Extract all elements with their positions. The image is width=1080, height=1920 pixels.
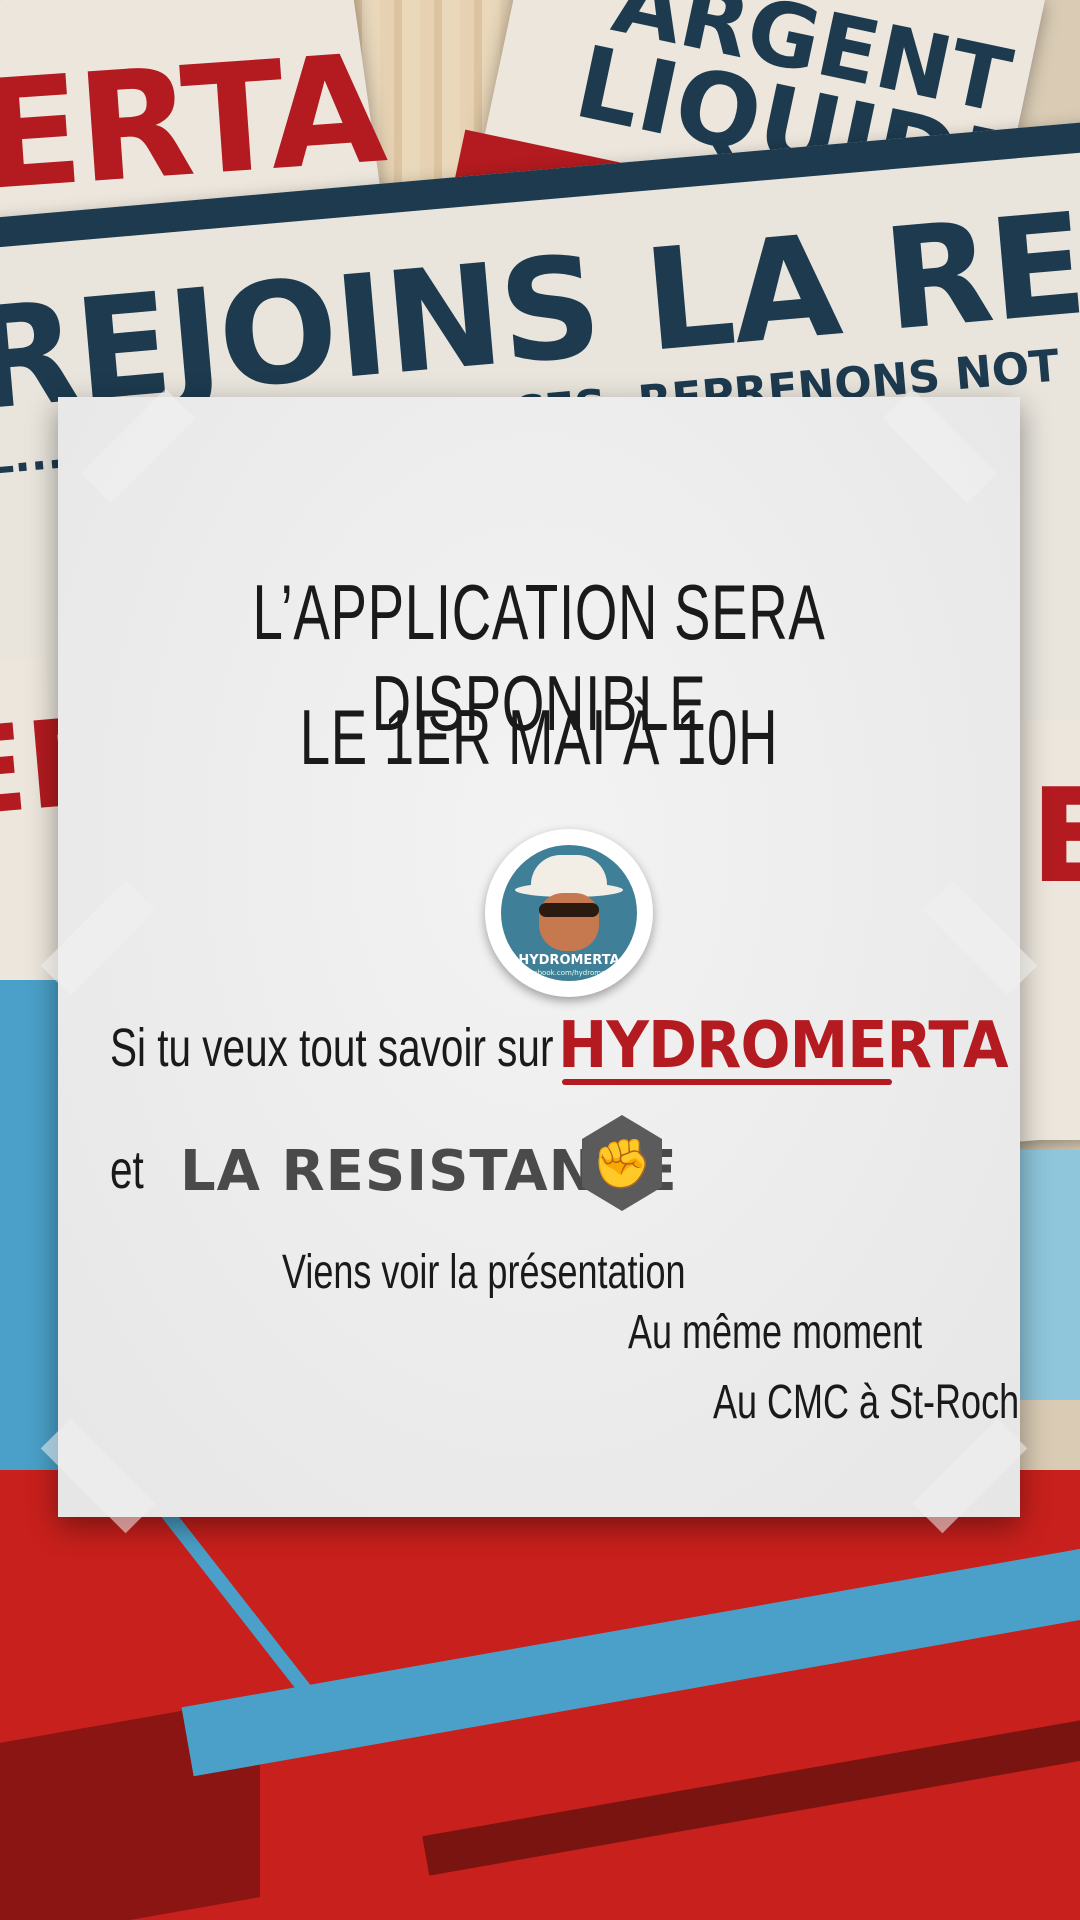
poster-side-right-text: E bbox=[1030, 760, 1080, 912]
hydromerta-brand: HYDROMERTA bbox=[558, 1009, 1009, 1089]
bottom-red-poster bbox=[0, 1470, 1080, 1920]
logo-name: HYDROMERTA bbox=[518, 953, 620, 968]
tape-mid-left bbox=[40, 880, 156, 996]
hydromerta-wordmark: HYDROMERTA bbox=[558, 1009, 1009, 1083]
sunglasses-icon bbox=[539, 903, 599, 917]
text-au-meme-moment: Au même moment bbox=[628, 1306, 923, 1359]
la-resistance-brand: LA RESISTANCE bbox=[180, 1133, 677, 1213]
headline-line-2: LE 1ER MAI À 10H bbox=[299, 693, 779, 781]
tape-top-right bbox=[882, 388, 998, 504]
face-icon bbox=[539, 893, 599, 951]
tape-bottom-left bbox=[40, 1418, 156, 1534]
text-au-cmc: Au CMC à St-Roch bbox=[713, 1376, 1020, 1429]
logo-avatar: HYDROMERTA facebook.com/hydromerta bbox=[501, 845, 637, 981]
bottom-dark-stripe bbox=[422, 1704, 1080, 1876]
bottom-blue-stripe bbox=[181, 1533, 1080, 1777]
text-viens-voir: Viens voir la présentation bbox=[282, 1246, 686, 1299]
hydromerta-underline bbox=[562, 1079, 892, 1085]
hydromerta-logo-sticker: HYDROMERTA facebook.com/hydromerta bbox=[485, 829, 653, 997]
announcement-note: L’APPLICATION SERA DISPONIBLE LE 1ER MAI… bbox=[40, 388, 1038, 1534]
logo-facebook-url: facebook.com/hydromerta bbox=[522, 969, 616, 977]
tape-bottom-right bbox=[912, 1418, 1028, 1534]
poster-side-right: E bbox=[1020, 720, 1080, 1140]
text-et: et bbox=[110, 1140, 144, 1200]
tape-top-left bbox=[80, 388, 196, 504]
text-si-tu-veux: Si tu veux tout savoir sur bbox=[110, 1018, 554, 1078]
